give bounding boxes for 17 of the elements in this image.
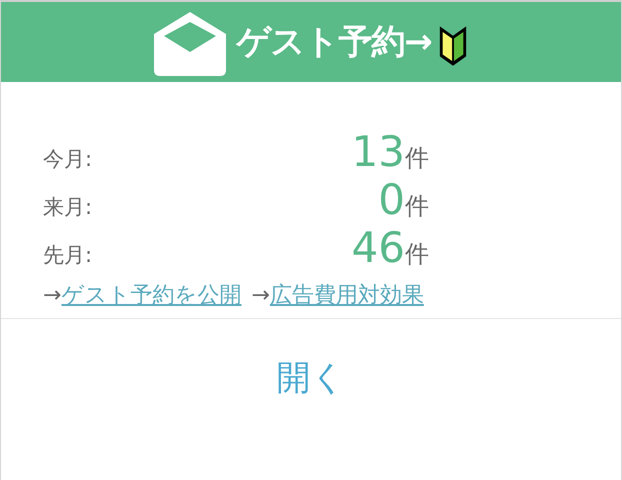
stat-unit: 件 <box>405 239 429 270</box>
stat-value: 0 <box>377 176 405 224</box>
stat-label: 先月: <box>43 242 94 269</box>
text-link[interactable]: 広告費用対効果 <box>270 280 424 310</box>
stat-value: 13 <box>350 128 405 176</box>
arrow-text: → <box>251 283 270 308</box>
stat-label: 来月: <box>43 194 94 221</box>
stat-unit: 件 <box>405 143 429 174</box>
open-button[interactable]: 開く <box>270 355 352 401</box>
envelope-icon <box>154 12 226 76</box>
stat-label: 今月: <box>43 146 94 173</box>
header-title: ゲスト予約→ <box>236 21 432 64</box>
beginner-mark-icon <box>438 24 468 68</box>
stat-unit: 件 <box>405 191 429 222</box>
text-link[interactable]: ゲスト予約を公開 <box>61 280 242 310</box>
arrow-text: → <box>43 283 62 308</box>
stat-value: 46 <box>350 224 405 272</box>
